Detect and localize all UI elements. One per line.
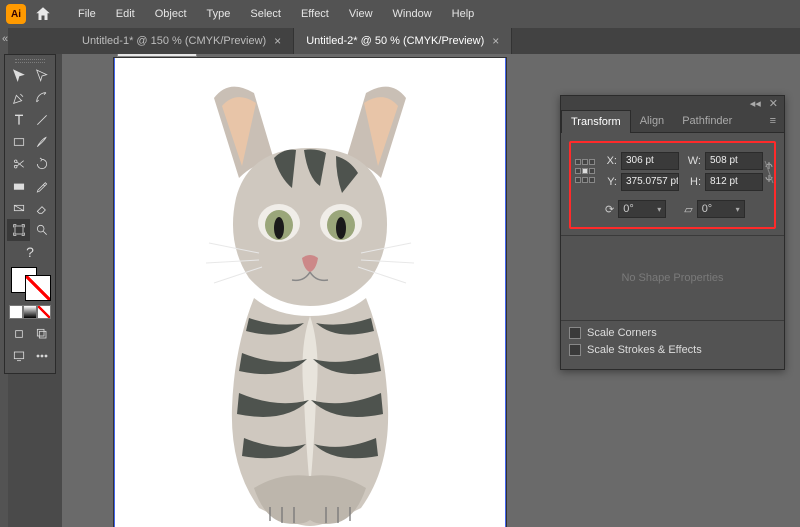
shear-field[interactable]: 0°▾ [697, 200, 745, 218]
scale-corners-label: Scale Corners [587, 327, 657, 339]
draw-behind-icon[interactable] [30, 323, 53, 345]
paintbrush-tool[interactable] [30, 131, 53, 153]
panel-menu-icon[interactable]: ≡ [762, 111, 784, 131]
close-icon[interactable]: ✕ [769, 97, 778, 110]
rotate-field[interactable]: 0°▾ [618, 200, 666, 218]
reference-point-grid[interactable] [575, 159, 595, 185]
menu-window[interactable]: Window [383, 4, 442, 24]
gradient-tool[interactable] [7, 197, 30, 219]
stroke-swatch[interactable] [25, 275, 51, 301]
y-label: Y: [599, 176, 617, 188]
h-field[interactable]: 812 pt [705, 173, 763, 191]
edit-toolbar-icon[interactable] [30, 345, 53, 367]
menu-object[interactable]: Object [145, 4, 197, 24]
tab-untitled-2[interactable]: Untitled-2* @ 50 % (CMYK/Preview) × [294, 28, 512, 54]
none-mode-icon[interactable] [37, 305, 51, 319]
menu-select[interactable]: Select [240, 4, 291, 24]
unknown-tool[interactable]: ? [7, 241, 53, 263]
tab-pathfinder[interactable]: Pathfinder [673, 110, 741, 132]
menu-effect[interactable]: Effect [291, 4, 339, 24]
checkbox-icon[interactable] [569, 327, 581, 339]
menu-edit[interactable]: Edit [106, 4, 145, 24]
pen-tool[interactable] [7, 87, 30, 109]
x-field[interactable]: 306 pt [621, 152, 679, 170]
menu-type[interactable]: Type [197, 4, 241, 24]
eraser-tool[interactable] [30, 197, 53, 219]
tab-label: Untitled-2* @ 50 % (CMYK/Preview) [306, 35, 484, 47]
transform-panel: ◂◂ ✕ Transform Align Pathfinder ≡ X: 306… [560, 95, 785, 370]
document-tabs: Untitled-1* @ 150 % (CMYK/Preview) × Unt… [0, 28, 800, 54]
app-icon: Ai [6, 4, 26, 24]
scissors-tool[interactable] [7, 153, 30, 175]
direct-selection-tool[interactable] [30, 65, 53, 87]
highlight-box: X: 306 pt W: 508 pt Y: 375.0757 pt H: 81… [569, 141, 776, 229]
home-icon[interactable] [34, 5, 52, 23]
type-tool[interactable] [7, 109, 30, 131]
tab-label: Untitled-1* @ 150 % (CMYK/Preview) [82, 35, 266, 47]
color-mode-icon[interactable] [9, 305, 23, 319]
rotate-icon: ⟳ [605, 203, 614, 216]
screen-mode-icon[interactable] [7, 345, 30, 367]
menu-view[interactable]: View [339, 4, 383, 24]
rectangle-tool[interactable] [7, 131, 30, 153]
w-label: W: [683, 155, 701, 167]
scale-corners-row[interactable]: Scale Corners [569, 327, 776, 339]
toolbox: ? [4, 54, 56, 374]
collapse-icon[interactable]: « [0, 30, 10, 48]
menu-items: File Edit Object Type Select Effect View… [68, 4, 484, 24]
scale-strokes-label: Scale Strokes & Effects [587, 344, 702, 356]
shear-icon: ▱ [684, 203, 692, 216]
tab-align[interactable]: Align [631, 110, 673, 132]
zoom-tool[interactable] [30, 219, 53, 241]
menu-file[interactable]: File [68, 4, 106, 24]
scale-strokes-row[interactable]: Scale Strokes & Effects [569, 344, 776, 356]
menu-help[interactable]: Help [442, 4, 485, 24]
grip-icon[interactable] [7, 57, 53, 65]
artboard[interactable]: 01 - Artboard 1 [114, 58, 506, 527]
cat-artwork[interactable] [154, 54, 466, 527]
tab-transform[interactable]: Transform [561, 110, 631, 133]
curvature-tool[interactable] [30, 87, 53, 109]
selection-tool[interactable] [7, 65, 30, 87]
close-icon[interactable]: × [274, 34, 281, 48]
fill-stroke-swatch[interactable] [7, 265, 55, 303]
draw-normal-icon[interactable] [7, 323, 30, 345]
line-tool[interactable] [30, 109, 53, 131]
eyedropper-tool[interactable] [30, 175, 53, 197]
no-shape-label: No Shape Properties [569, 242, 776, 314]
collapse-icon[interactable]: ◂◂ [750, 97, 761, 110]
y-field[interactable]: 375.0757 pt [621, 173, 679, 191]
artboard-tool[interactable] [7, 219, 30, 241]
w-field[interactable]: 508 pt [705, 152, 763, 170]
link-wh-icon[interactable] [763, 156, 775, 188]
rotate-tool[interactable] [30, 153, 53, 175]
x-label: X: [599, 155, 617, 167]
shape-builder-tool[interactable] [7, 175, 30, 197]
menubar: Ai File Edit Object Type Select Effect V… [0, 0, 800, 28]
h-label: H: [683, 176, 701, 188]
checkbox-icon[interactable] [569, 344, 581, 356]
panel-tabs: Transform Align Pathfinder ≡ [561, 110, 784, 133]
tab-untitled-1[interactable]: Untitled-1* @ 150 % (CMYK/Preview) × [70, 28, 294, 54]
gradient-mode-icon[interactable] [23, 305, 37, 319]
close-icon[interactable]: × [492, 34, 499, 48]
